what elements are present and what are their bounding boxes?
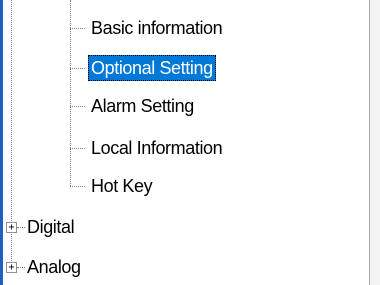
tree-connector xyxy=(70,186,85,187)
tree-item-analog[interactable]: Analog xyxy=(24,254,84,280)
tree-item-basic-information[interactable]: Basic information xyxy=(88,15,225,41)
tree-item-label: Digital xyxy=(27,217,75,237)
tree-item-local-information[interactable]: Local Information xyxy=(88,135,225,161)
tree-item-optional-setting[interactable]: Optional Setting xyxy=(88,55,216,81)
tree-item-digital[interactable]: Digital xyxy=(24,214,77,240)
tree-item-label: Optional Setting xyxy=(88,55,216,81)
tree-connector xyxy=(70,148,85,149)
expand-plus-icon[interactable]: + xyxy=(6,262,17,273)
tree-connector xyxy=(70,106,85,107)
tree-connector xyxy=(70,28,85,29)
tree-item-hot-key[interactable]: Hot Key xyxy=(88,173,155,199)
tree-item-label: Local Information xyxy=(91,138,223,158)
tree-connector xyxy=(70,68,85,69)
left-accent-bar xyxy=(0,0,3,285)
tree-item-label: Analog xyxy=(27,257,81,277)
expand-plus-icon[interactable]: + xyxy=(6,222,17,233)
right-panel-edge xyxy=(370,0,380,285)
tree-item-label: Basic information xyxy=(91,18,223,38)
tree-item-label: Alarm Setting xyxy=(91,96,194,116)
tree-item-alarm-setting[interactable]: Alarm Setting xyxy=(88,93,197,119)
tree-item-label: Hot Key xyxy=(91,176,153,196)
